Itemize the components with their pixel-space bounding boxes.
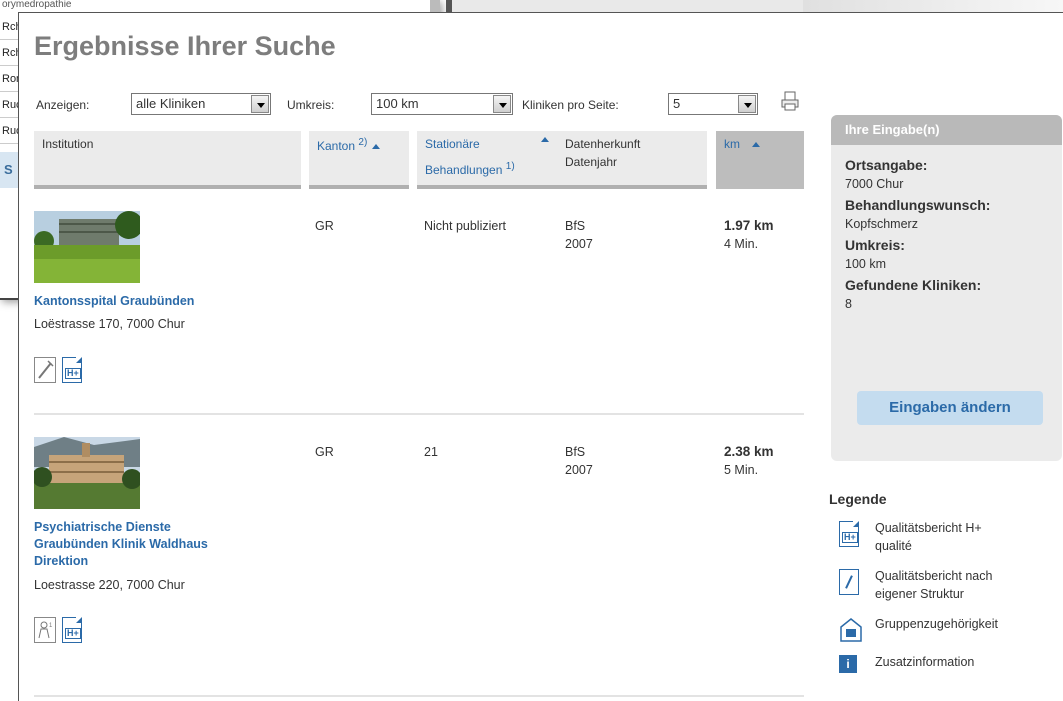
wunsch-label: Behandlungswunsch: bbox=[845, 197, 991, 213]
chevron-down-icon[interactable] bbox=[251, 95, 269, 113]
legend-item: H+ Qualitätsbericht H+ qualité bbox=[829, 519, 1063, 555]
syringe-icon[interactable] bbox=[34, 357, 56, 383]
per-page-select[interactable]: 5 bbox=[668, 93, 758, 115]
chevron-down-icon[interactable] bbox=[738, 95, 756, 113]
distance-km: 1.97 km bbox=[724, 218, 774, 233]
ort-label: Ortsangabe: bbox=[845, 157, 928, 173]
legend-title: Legende bbox=[829, 491, 887, 507]
header-kanton-note: 2) bbox=[358, 137, 368, 148]
h-plus-report-icon[interactable]: H+ bbox=[62, 357, 82, 383]
results-window: Ergebnisse Ihrer Suche Anzeigen: alle Kl… bbox=[18, 12, 1063, 701]
legend-label: qualité bbox=[875, 539, 912, 553]
building-icon bbox=[840, 618, 862, 642]
per-page-select-value: 5 bbox=[673, 96, 681, 111]
kanton-value: GR bbox=[315, 219, 334, 233]
hospital-name-line[interactable]: Psychiatrische Dienste bbox=[34, 519, 274, 536]
header-herkunft: Datenherkunft Datenjahr bbox=[557, 131, 707, 189]
header-herkunft-label-1: Datenherkunft bbox=[565, 137, 641, 151]
hospital-name-line[interactable]: Graubünden Klinik Waldhaus bbox=[34, 536, 274, 553]
legend-item: i Zusatzinformation bbox=[829, 653, 1063, 673]
page-title: Ergebnisse Ihrer Suche bbox=[34, 31, 336, 61]
herkunft-source: BfS bbox=[565, 219, 586, 233]
herkunft-source: BfS bbox=[565, 445, 586, 459]
row-divider bbox=[34, 413, 804, 415]
header-stationaer-link[interactable]: Stationäre Behandlungen 1) bbox=[425, 137, 557, 177]
herkunft-year: 2007 bbox=[565, 463, 593, 477]
filter-controls: Anzeigen: alle Kliniken Umkreis: 100 km … bbox=[19, 91, 809, 117]
legend-item: Qualitätsbericht nach eigener Struktur bbox=[829, 567, 1063, 603]
print-icon[interactable] bbox=[781, 91, 799, 111]
legend-item: Gruppenzugehörigkeit bbox=[829, 615, 1063, 642]
patient-icon[interactable]: 1 bbox=[34, 617, 56, 643]
umkreis-label: Umkreis: bbox=[845, 237, 905, 253]
h-plus-report-icon: H+ bbox=[839, 521, 859, 547]
header-herkunft-label-2: Datenjahr bbox=[565, 155, 618, 169]
doc-pen-icon bbox=[839, 569, 859, 595]
header-kanton-label: Kanton bbox=[317, 139, 356, 153]
input-summary-panel: Ihre Eingabe(n) Ortsangabe: 7000 Chur Be… bbox=[831, 115, 1062, 461]
header-km-label: km bbox=[724, 137, 740, 151]
header-stationaer-label-1: Stationäre bbox=[425, 137, 480, 151]
row-divider bbox=[34, 695, 804, 697]
stationaer-value: Nicht publiziert bbox=[424, 219, 506, 233]
h-plus-report-icon[interactable]: H+ bbox=[62, 617, 82, 643]
hospital-address: Loëstrasse 170, 7000 Chur bbox=[34, 317, 185, 331]
legend: Legende H+ Qualitätsbericht H+ qualité Q… bbox=[829, 491, 1063, 685]
sort-asc-icon[interactable] bbox=[541, 137, 549, 142]
header-km[interactable]: km bbox=[716, 131, 804, 189]
per-page-label: Kliniken pro Seite: bbox=[522, 98, 619, 112]
legend-label: eigener Struktur bbox=[875, 587, 964, 601]
gefunden-value: 8 bbox=[845, 297, 852, 311]
background-window-right bbox=[446, 0, 1063, 14]
header-km-link[interactable]: km bbox=[724, 137, 740, 151]
show-label: Anzeigen: bbox=[36, 98, 90, 112]
show-select-value: alle Kliniken bbox=[136, 96, 206, 111]
chevron-down-icon[interactable] bbox=[493, 95, 511, 113]
gefunden-label: Gefundene Kliniken: bbox=[845, 277, 982, 293]
panel-title: Ihre Eingabe(n) bbox=[831, 115, 1062, 145]
distance-value: 1.97 km 4 Min. bbox=[724, 217, 774, 253]
stationaer-value: 21 bbox=[424, 445, 438, 459]
header-stationaer[interactable]: Stationäre Behandlungen 1) bbox=[417, 131, 557, 189]
radius-select-value: 100 km bbox=[376, 96, 419, 111]
header-kanton-link[interactable]: Kanton 2) bbox=[317, 137, 368, 153]
legend-label: Gruppenzugehörigkeit bbox=[875, 617, 998, 631]
info-icon: i bbox=[839, 655, 857, 673]
wunsch-value: Kopfschmerz bbox=[845, 217, 918, 231]
radius-select[interactable]: 100 km bbox=[371, 93, 513, 115]
distance-time: 4 Min. bbox=[724, 237, 759, 251]
table-row: Psychiatrische Dienste Graubünden Klinik… bbox=[34, 437, 804, 687]
hospital-address: Loestrasse 220, 7000 Chur bbox=[34, 578, 185, 592]
table-row: Kantonsspital Graubünden Loëstrasse 170,… bbox=[34, 211, 804, 411]
distance-value: 2.38 km 5 Min. bbox=[724, 443, 774, 479]
header-institution: Institution bbox=[34, 131, 301, 189]
hospital-photo bbox=[34, 211, 140, 283]
legend-label: Qualitätsbericht nach bbox=[875, 569, 993, 583]
legend-label: Qualitätsbericht H+ bbox=[875, 521, 982, 535]
sort-asc-icon[interactable] bbox=[752, 142, 760, 147]
sort-asc-icon[interactable] bbox=[372, 144, 381, 149]
header-stationaer-label-2: Behandlungen bbox=[425, 163, 503, 177]
svg-text:1: 1 bbox=[49, 623, 53, 629]
ort-value: 7000 Chur bbox=[845, 177, 904, 191]
herkunft-value: BfS 2007 bbox=[565, 217, 593, 253]
umkreis-value: 100 km bbox=[845, 257, 886, 271]
hospital-name-line[interactable]: Direktion bbox=[34, 553, 274, 570]
header-kanton[interactable]: Kanton 2) bbox=[309, 131, 409, 189]
hospital-photo bbox=[34, 437, 140, 509]
header-stationaer-note: 1) bbox=[505, 161, 515, 172]
herkunft-value: BfS 2007 bbox=[565, 443, 593, 479]
change-input-button[interactable]: Eingaben ändern bbox=[857, 391, 1043, 425]
kanton-value: GR bbox=[315, 445, 334, 459]
legend-label: Zusatzinformation bbox=[875, 655, 975, 669]
distance-km: 2.38 km bbox=[724, 444, 774, 459]
hospital-name-link[interactable]: Psychiatrische Dienste Graubünden Klinik… bbox=[34, 519, 274, 570]
herkunft-year: 2007 bbox=[565, 237, 593, 251]
show-select[interactable]: alle Kliniken bbox=[131, 93, 271, 115]
hospital-name-link[interactable]: Kantonsspital Graubünden bbox=[34, 293, 274, 310]
radius-label: Umkreis: bbox=[287, 98, 335, 112]
distance-time: 5 Min. bbox=[724, 463, 759, 477]
header-institution-label: Institution bbox=[42, 137, 94, 151]
